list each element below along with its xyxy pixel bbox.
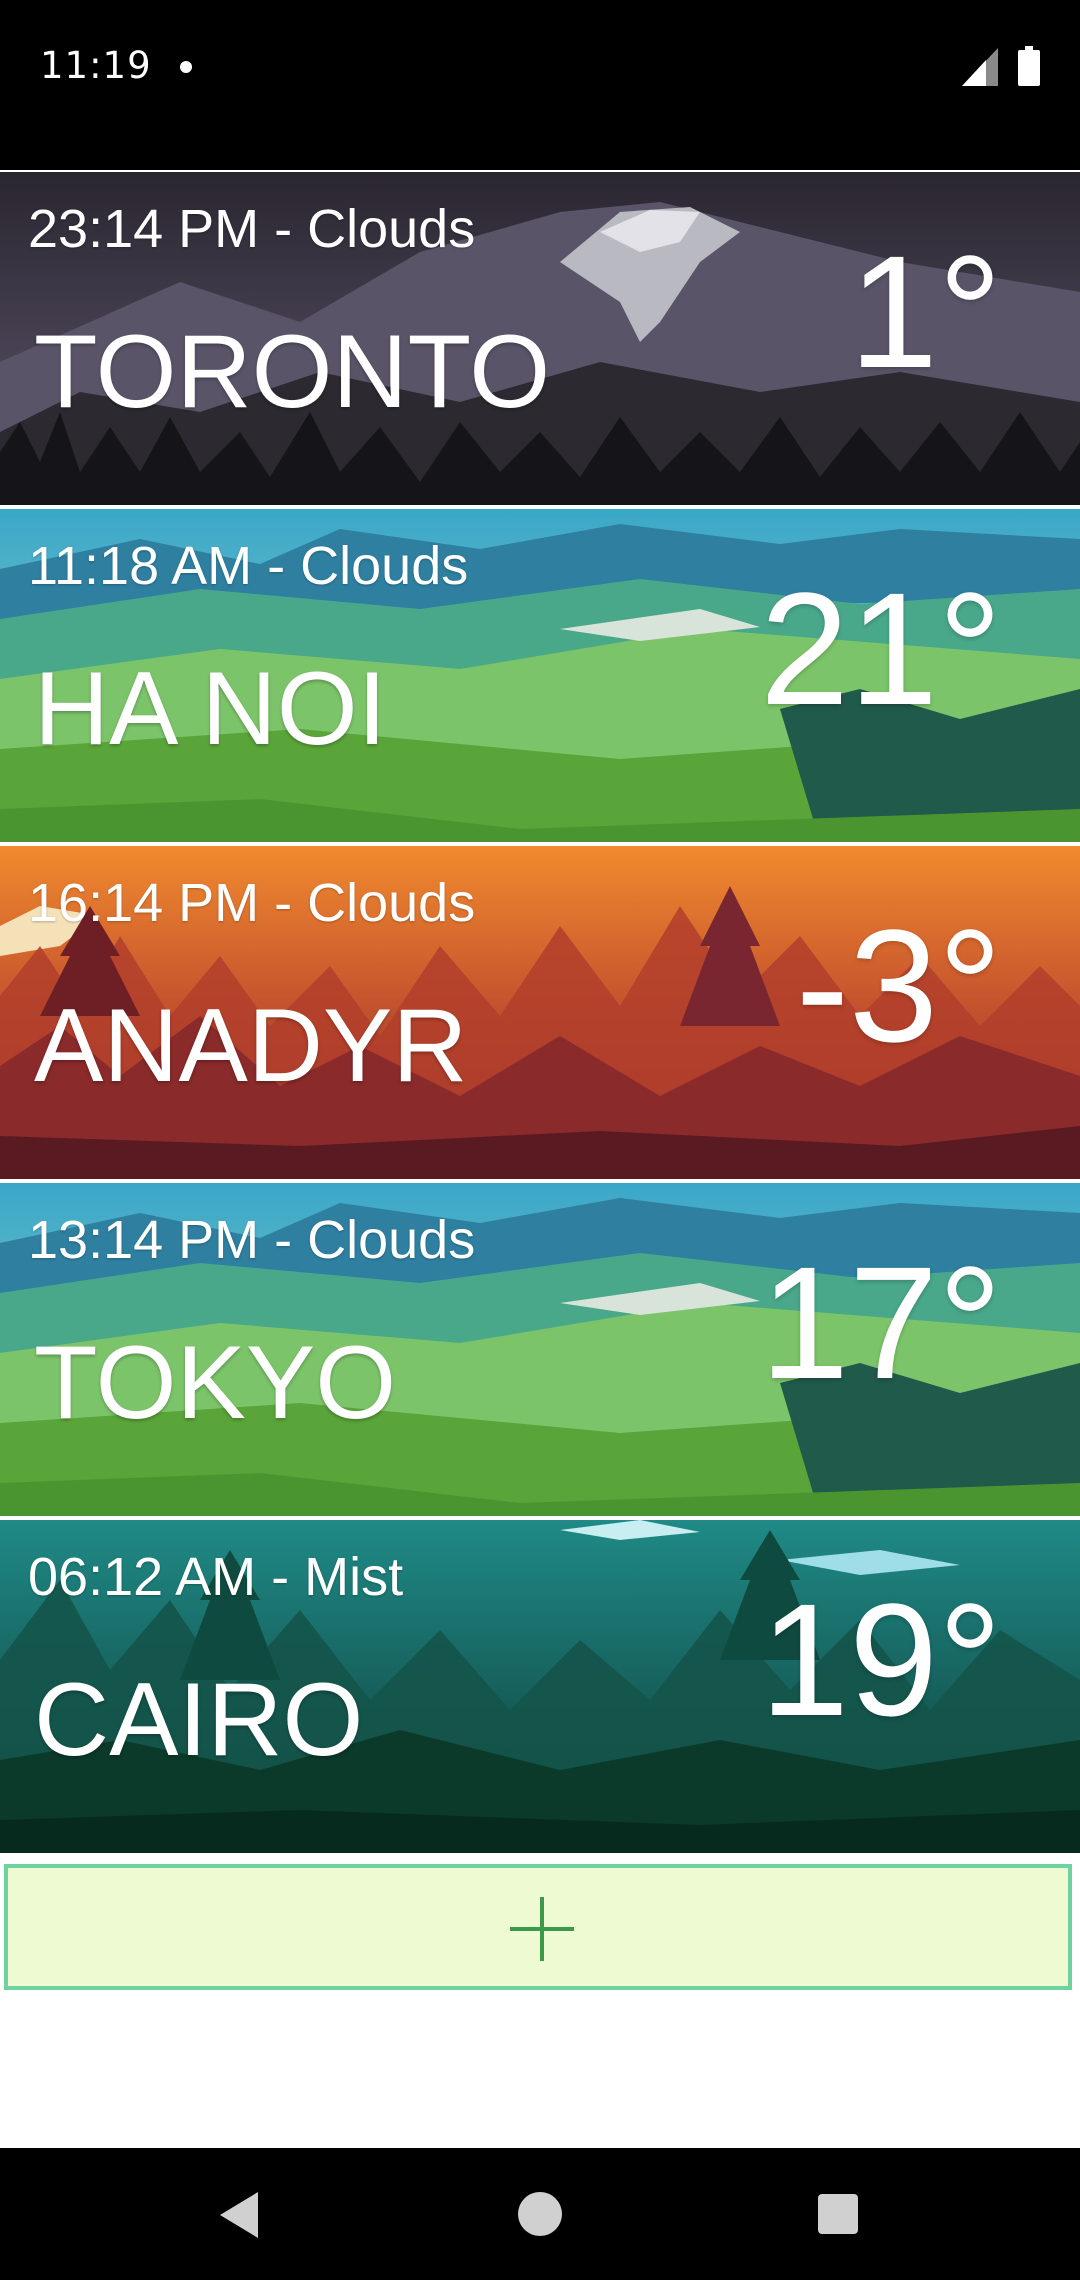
city-name: TORONTO — [34, 314, 551, 430]
city-time-weather: 13:14 PM - Clouds — [28, 1210, 476, 1270]
recents-icon[interactable] — [818, 2194, 858, 2234]
city-temperature: 21° — [760, 559, 1002, 738]
city-card-cairo[interactable]: 06:12 AM - Mist CAIRO 19° — [0, 1520, 1080, 1853]
city-list: 23:14 PM - Clouds TORONTO 1° 11:18 AM - … — [0, 172, 1080, 1857]
city-card-tokyo[interactable]: 13:14 PM - Clouds TOKYO 17° — [0, 1183, 1080, 1516]
city-card-anadyr[interactable]: 16:14 PM - Clouds ANADYR -3° — [0, 846, 1080, 1179]
weather-app-screen: 11:19 23:14 PM - Clouds TORONTO 1° 11:18… — [0, 0, 1080, 2280]
city-time-weather: 11:18 AM - Clouds — [28, 536, 469, 596]
home-icon[interactable] — [518, 2192, 562, 2236]
city-time-weather: 23:14 PM - Clouds — [28, 199, 476, 259]
signal-icon — [962, 48, 998, 86]
navigation-bar — [0, 2148, 1080, 2280]
plus-icon — [510, 1897, 574, 1961]
city-time-weather: 16:14 PM - Clouds — [28, 873, 476, 933]
city-card-toronto[interactable]: 23:14 PM - Clouds TORONTO 1° — [0, 172, 1080, 505]
battery-icon — [1018, 46, 1040, 86]
back-icon[interactable] — [216, 2190, 262, 2240]
notification-dot-icon — [180, 61, 192, 73]
city-temperature: 19° — [760, 1570, 1002, 1749]
add-city-button[interactable] — [4, 1864, 1072, 1990]
city-name: ANADYR — [34, 988, 468, 1104]
city-name: TOKYO — [34, 1325, 397, 1441]
city-card-ha-noi[interactable]: 11:18 AM - Clouds HA NOI 21° — [0, 509, 1080, 842]
status-bar: 11:19 — [0, 0, 1080, 170]
city-temperature: 1° — [849, 222, 1002, 401]
city-name: HA NOI — [34, 651, 387, 767]
city-name: CAIRO — [34, 1662, 364, 1778]
city-temperature: -3° — [795, 896, 1002, 1075]
city-temperature: 17° — [760, 1233, 1002, 1412]
city-time-weather: 06:12 AM - Mist — [28, 1547, 404, 1607]
status-time: 11:19 — [40, 44, 152, 87]
